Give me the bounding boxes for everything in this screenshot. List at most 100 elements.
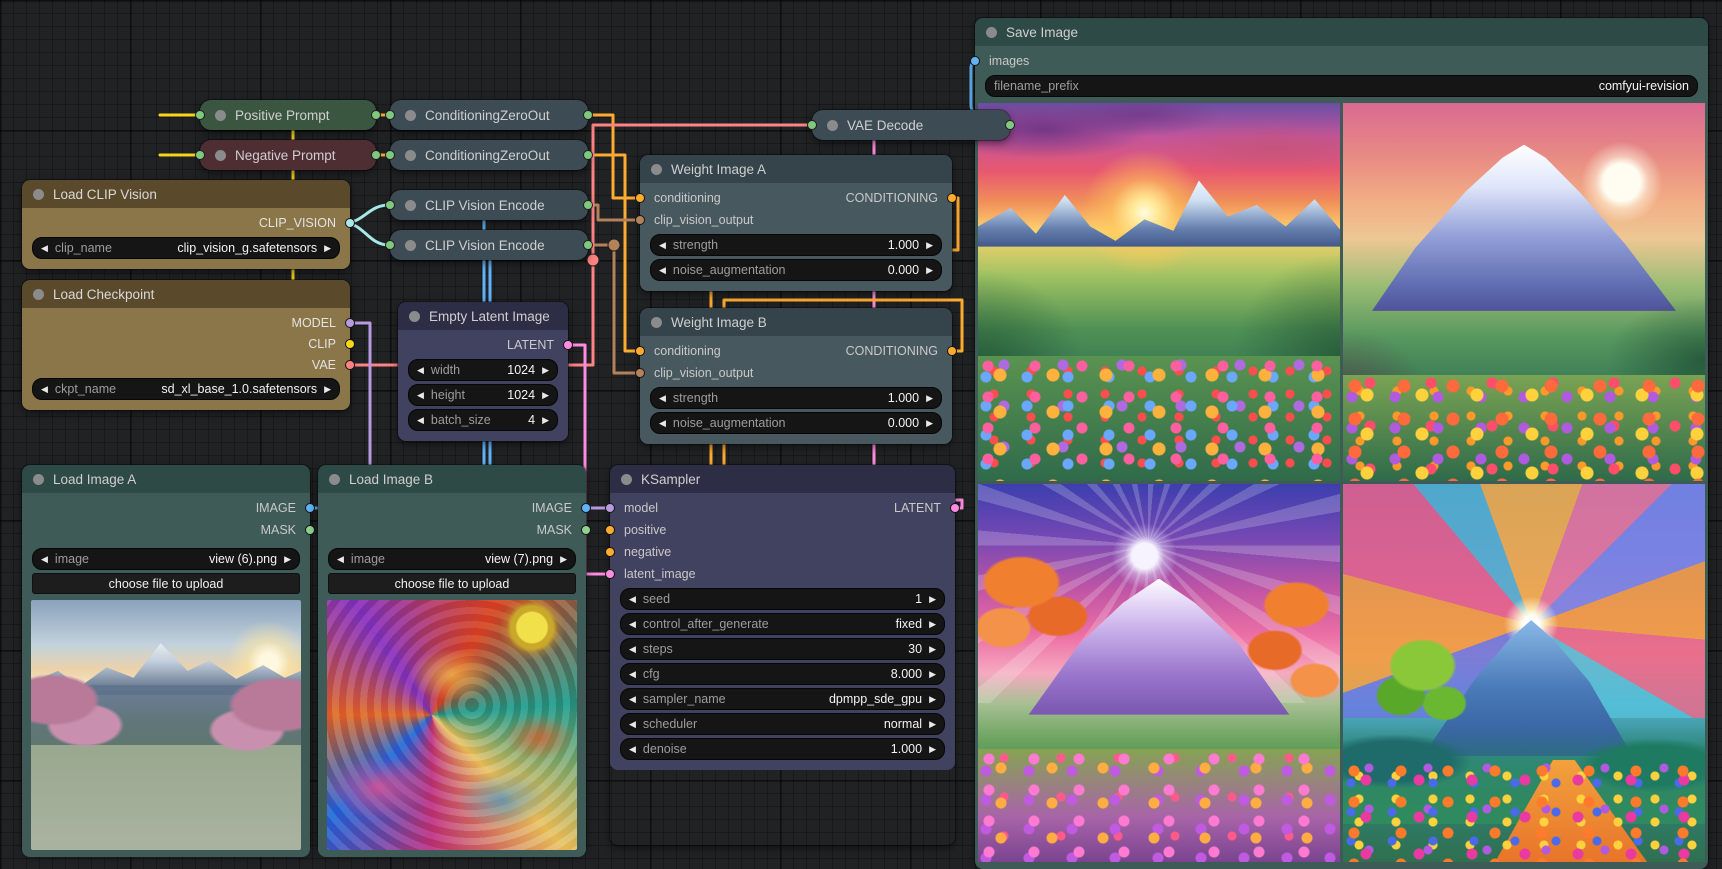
increment-arrow-icon[interactable]: ▶ bbox=[929, 719, 936, 730]
node-clip-vision-encode-2[interactable]: CLIP Vision Encode bbox=[390, 230, 588, 260]
node-conditioning-zero-out-1[interactable]: ConditioningZeroOut bbox=[390, 100, 588, 130]
output-pin-latent[interactable] bbox=[563, 340, 573, 350]
image-preview[interactable] bbox=[31, 600, 301, 850]
node-empty-latent-image[interactable]: Empty Latent Image LATENT ◀ width 1024 ▶… bbox=[398, 302, 568, 441]
collapsed-output-pin[interactable] bbox=[371, 110, 381, 120]
decrement-arrow-icon[interactable]: ◀ bbox=[41, 554, 48, 565]
input-pin-images[interactable] bbox=[970, 56, 980, 66]
output-pin-conditioning[interactable] bbox=[947, 193, 957, 203]
output-pin-mask[interactable] bbox=[305, 525, 315, 535]
input-pin-conditioning[interactable] bbox=[635, 193, 645, 203]
decrement-arrow-icon[interactable]: ◀ bbox=[41, 384, 48, 395]
widget-scheduler[interactable]: ◀ scheduler normal ▶ bbox=[620, 713, 945, 735]
node-load-clip-vision[interactable]: Load CLIP Vision CLIP_VISION ◀ clip_name… bbox=[22, 180, 350, 269]
node-header[interactable]: Load Image B bbox=[318, 465, 586, 493]
widget-height[interactable]: ◀ height 1024 ▶ bbox=[408, 384, 558, 406]
node-save-image[interactable]: Save Image images filename_prefix comfyu… bbox=[975, 18, 1708, 868]
collapsed-output-pin[interactable] bbox=[583, 200, 593, 210]
node-clip-vision-encode-1[interactable]: CLIP Vision Encode bbox=[390, 190, 588, 220]
decrement-arrow-icon[interactable]: ◀ bbox=[629, 719, 636, 730]
node-header[interactable]: Save Image bbox=[975, 18, 1708, 46]
widget-steps[interactable]: ◀ steps 30 ▶ bbox=[620, 638, 945, 660]
node-header[interactable]: KSampler bbox=[610, 465, 955, 493]
widget-image-file[interactable]: ◀ image view (7).png ▶ bbox=[328, 548, 576, 570]
increment-arrow-icon[interactable]: ▶ bbox=[929, 744, 936, 755]
generated-image-4[interactable] bbox=[1343, 484, 1705, 862]
widget-noise-augmentation[interactable]: ◀ noise_augmentation 0.000 ▶ bbox=[650, 412, 942, 434]
increment-arrow-icon[interactable]: ▶ bbox=[284, 554, 291, 565]
increment-arrow-icon[interactable]: ▶ bbox=[926, 418, 933, 429]
widget-cfg[interactable]: ◀ cfg 8.000 ▶ bbox=[620, 663, 945, 685]
collapse-dot-icon[interactable] bbox=[405, 110, 416, 121]
generated-image-1[interactable] bbox=[978, 103, 1340, 481]
input-pin-latent-image[interactable] bbox=[605, 569, 615, 579]
decrement-arrow-icon[interactable]: ◀ bbox=[629, 694, 636, 705]
increment-arrow-icon[interactable]: ▶ bbox=[929, 694, 936, 705]
node-header[interactable]: Load Checkpoint bbox=[22, 280, 350, 308]
node-vae-decode[interactable]: VAE Decode bbox=[812, 110, 1010, 140]
increment-arrow-icon[interactable]: ▶ bbox=[324, 384, 331, 395]
decrement-arrow-icon[interactable]: ◀ bbox=[659, 418, 666, 429]
collapse-dot-icon[interactable] bbox=[405, 200, 416, 211]
collapse-dot-icon[interactable] bbox=[986, 27, 997, 38]
reroute-dot[interactable] bbox=[608, 239, 620, 251]
collapsed-output-pin[interactable] bbox=[583, 150, 593, 160]
collapsed-input-pin[interactable] bbox=[195, 110, 205, 120]
collapse-dot-icon[interactable] bbox=[651, 164, 662, 175]
input-pin-positive[interactable] bbox=[605, 525, 615, 535]
collapsed-output-pin[interactable] bbox=[371, 150, 381, 160]
widget-noise-augmentation[interactable]: ◀ noise_augmentation 0.000 ▶ bbox=[650, 259, 942, 281]
input-pin-clip-vision-output[interactable] bbox=[635, 215, 645, 225]
reroute-dot[interactable] bbox=[587, 254, 599, 266]
collapsed-input-pin[interactable] bbox=[195, 150, 205, 160]
node-ksampler[interactable]: KSampler model LATENT positive negative … bbox=[610, 465, 955, 845]
increment-arrow-icon[interactable]: ▶ bbox=[542, 390, 549, 401]
collapse-dot-icon[interactable] bbox=[827, 120, 838, 131]
decrement-arrow-icon[interactable]: ◀ bbox=[629, 744, 636, 755]
decrement-arrow-icon[interactable]: ◀ bbox=[417, 415, 424, 426]
decrement-arrow-icon[interactable]: ◀ bbox=[629, 669, 636, 680]
collapse-dot-icon[interactable] bbox=[409, 311, 420, 322]
node-positive-prompt[interactable]: Positive Prompt bbox=[200, 100, 376, 130]
node-header[interactable]: Load Image A bbox=[22, 465, 310, 493]
increment-arrow-icon[interactable]: ▶ bbox=[542, 365, 549, 376]
decrement-arrow-icon[interactable]: ◀ bbox=[337, 554, 344, 565]
decrement-arrow-icon[interactable]: ◀ bbox=[659, 240, 666, 251]
increment-arrow-icon[interactable]: ▶ bbox=[542, 415, 549, 426]
collapse-dot-icon[interactable] bbox=[33, 474, 44, 485]
decrement-arrow-icon[interactable]: ◀ bbox=[629, 619, 636, 630]
output-pin-mask[interactable] bbox=[581, 525, 591, 535]
output-pin-clip[interactable] bbox=[345, 339, 355, 349]
output-pin-clip-vision[interactable] bbox=[345, 218, 355, 228]
increment-arrow-icon[interactable]: ▶ bbox=[324, 243, 331, 254]
node-negative-prompt[interactable]: Negative Prompt bbox=[200, 140, 376, 170]
input-pin-conditioning[interactable] bbox=[635, 346, 645, 356]
decrement-arrow-icon[interactable]: ◀ bbox=[417, 390, 424, 401]
widget-strength[interactable]: ◀ strength 1.000 ▶ bbox=[650, 387, 942, 409]
increment-arrow-icon[interactable]: ▶ bbox=[560, 554, 567, 565]
node-load-image-a[interactable]: Load Image A IMAGE MASK ◀ image view (6)… bbox=[22, 465, 310, 853]
widget-control-after-generate[interactable]: ◀ control_after_generate fixed ▶ bbox=[620, 613, 945, 635]
widget-seed[interactable]: ◀ seed 1 ▶ bbox=[620, 588, 945, 610]
collapse-dot-icon[interactable] bbox=[329, 474, 340, 485]
collapsed-input-pin[interactable] bbox=[385, 110, 395, 120]
widget-ckpt-name[interactable]: ◀ ckpt_name sd_xl_base_1.0.safetensors ▶ bbox=[32, 378, 340, 400]
collapse-dot-icon[interactable] bbox=[405, 240, 416, 251]
widget-image-file[interactable]: ◀ image view (6).png ▶ bbox=[32, 548, 300, 570]
widget-denoise[interactable]: ◀ denoise 1.000 ▶ bbox=[620, 738, 945, 760]
comfyui-graph-canvas[interactable]: { "slot_colors": { "clip": "#f7d51d", "m… bbox=[0, 0, 1722, 865]
collapsed-output-pin[interactable] bbox=[1005, 120, 1015, 130]
increment-arrow-icon[interactable]: ▶ bbox=[926, 240, 933, 251]
collapse-dot-icon[interactable] bbox=[215, 150, 226, 161]
output-pin-vae[interactable] bbox=[345, 360, 355, 370]
increment-arrow-icon[interactable]: ▶ bbox=[926, 265, 933, 276]
increment-arrow-icon[interactable]: ▶ bbox=[926, 393, 933, 404]
output-pin-image[interactable] bbox=[305, 503, 315, 513]
choose-file-button[interactable]: choose file to upload bbox=[328, 573, 576, 594]
node-load-checkpoint[interactable]: Load Checkpoint MODEL CLIP VAE ◀ ckpt_na… bbox=[22, 280, 350, 410]
node-header[interactable]: Weight Image A bbox=[640, 155, 952, 183]
increment-arrow-icon[interactable]: ▶ bbox=[929, 594, 936, 605]
choose-file-button[interactable]: choose file to upload bbox=[32, 573, 300, 594]
widget-strength[interactable]: ◀ strength 1.000 ▶ bbox=[650, 234, 942, 256]
node-header[interactable]: Weight Image B bbox=[640, 308, 952, 336]
